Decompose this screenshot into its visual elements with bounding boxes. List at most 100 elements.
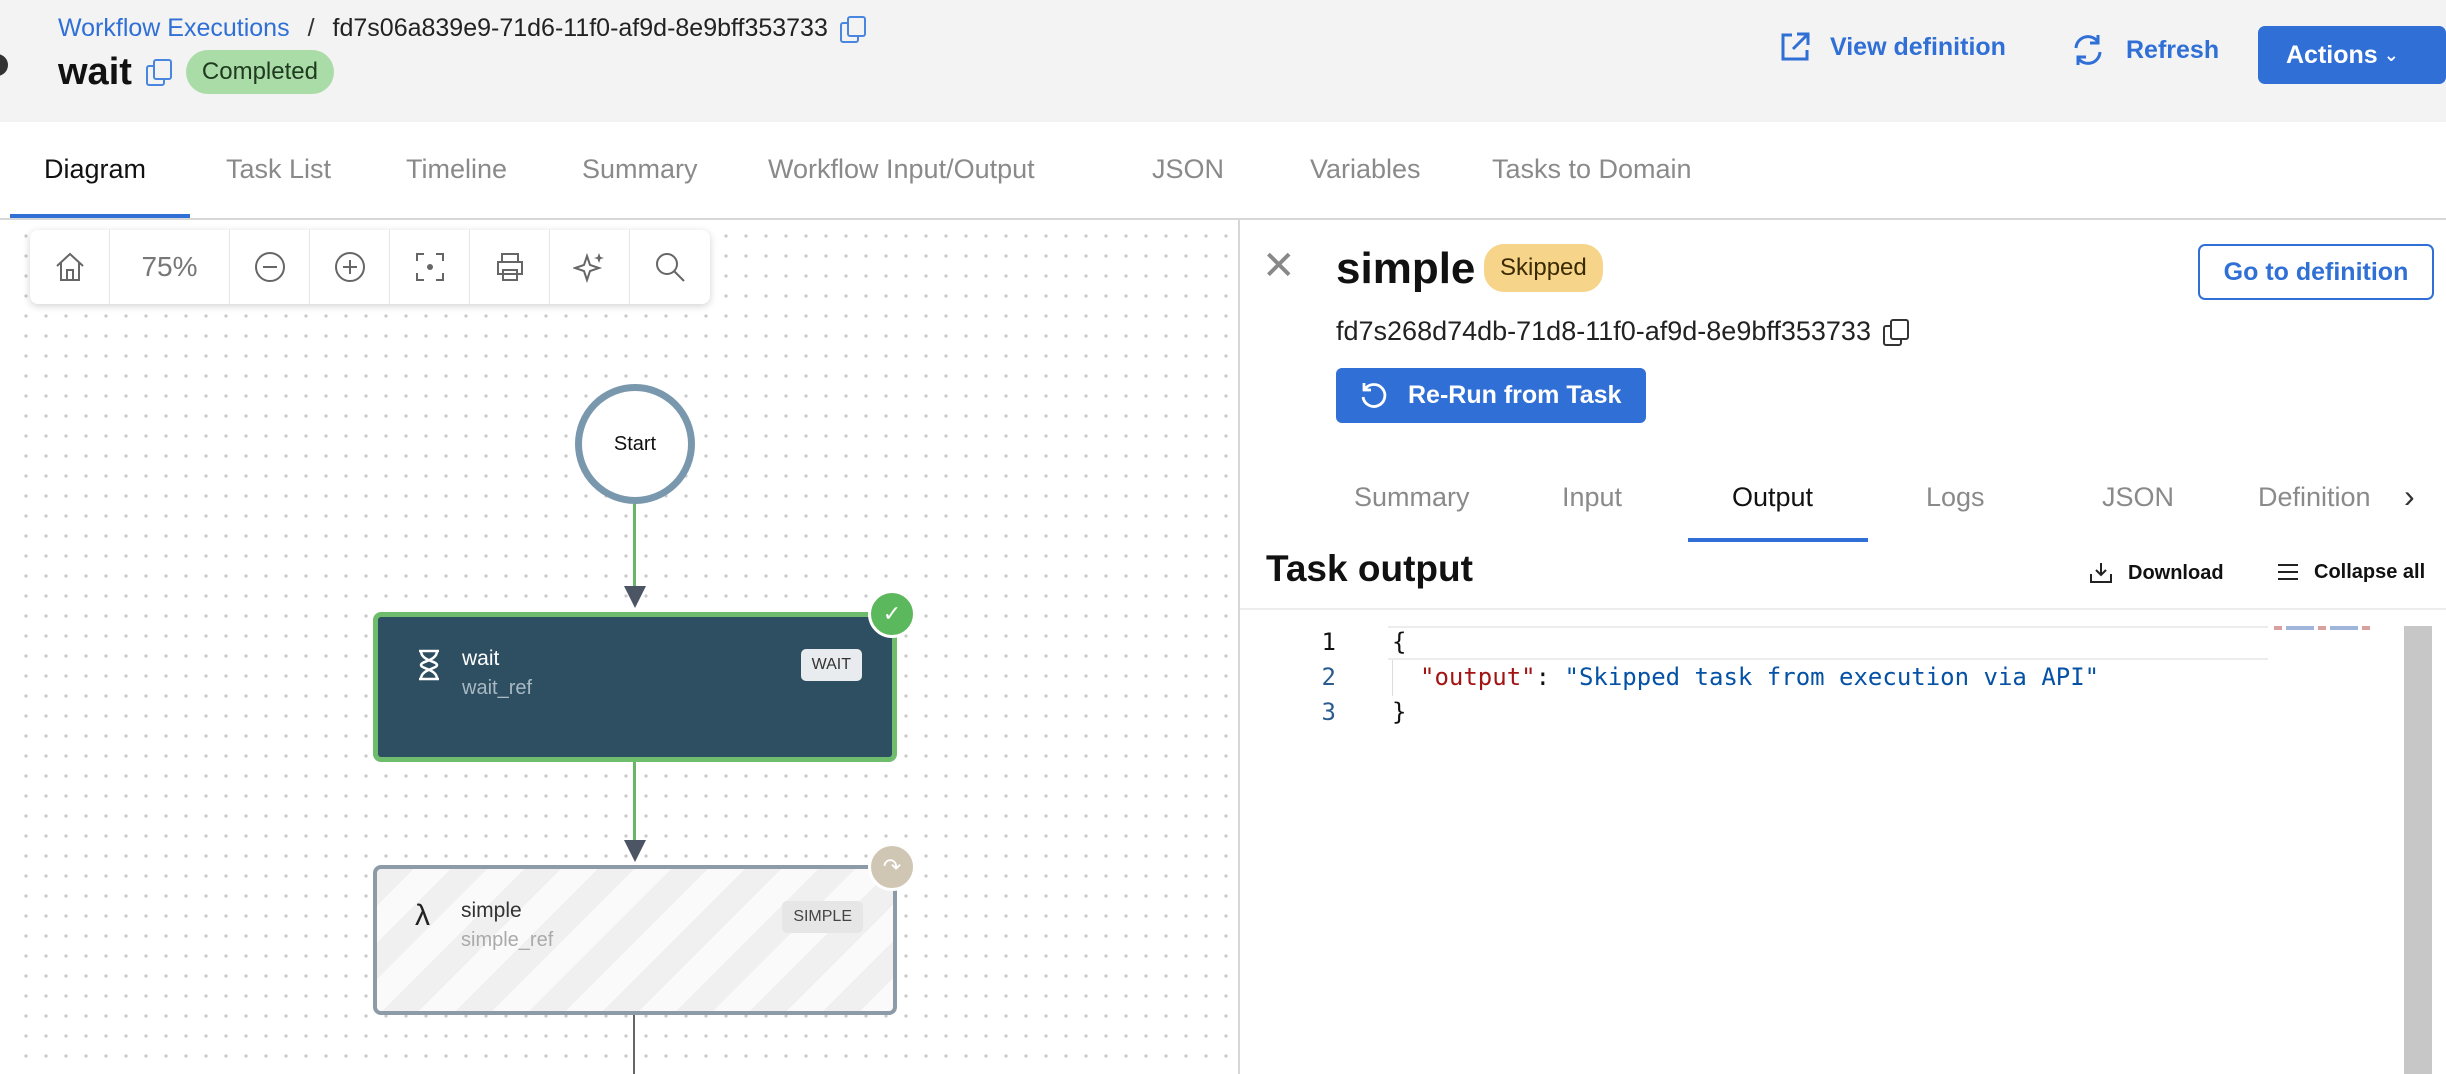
subtab-logs[interactable]: Logs: [1926, 482, 1985, 513]
close-icon[interactable]: ✕: [1262, 246, 1296, 286]
chevron-right-icon[interactable]: ›: [2404, 478, 2415, 515]
edge-wait-to-simple: [633, 762, 636, 842]
external-link-icon: [1781, 32, 1810, 61]
list-icon: [2278, 564, 2298, 580]
collapse-all-label: Collapse all: [2314, 560, 2426, 583]
diagram-canvas[interactable]: 75% Start wait wait_ref WAIT ✓ λ simple …: [0, 220, 1238, 1074]
view-definition-button[interactable]: View definition: [1778, 30, 2006, 64]
subtab-output[interactable]: Output: [1732, 482, 1813, 513]
hourglass-icon: [419, 649, 439, 681]
line-number: 3: [1321, 698, 1336, 726]
diagram-toolbar: 75%: [30, 230, 710, 304]
divider: [1240, 608, 2446, 610]
breadcrumb-separator: /: [307, 14, 315, 42]
status-badge-skipped: Skipped: [1484, 244, 1603, 292]
completed-check-icon: ✓: [868, 590, 916, 638]
code-line-3: }: [1392, 698, 1407, 726]
rerun-from-task-button[interactable]: Re-Run from Task: [1336, 368, 1646, 423]
refresh-button[interactable]: Refresh: [2068, 30, 2219, 70]
breadcrumb: Workflow Executions / fd7s06a839e9-71d6-…: [58, 14, 866, 43]
actions-label: Actions: [2286, 40, 2378, 69]
active-tab-indicator: [10, 214, 190, 218]
tab-diagram[interactable]: Diagram: [44, 154, 146, 185]
task-id-row: fd7s268d74db-71d8-11f0-af9d-8e9bff353733: [1336, 316, 1909, 347]
subtab-definition[interactable]: Definition: [2258, 482, 2371, 513]
refresh-label: Refresh: [2126, 35, 2220, 64]
view-definition-label: View definition: [1830, 32, 2006, 61]
line-number: 2: [1321, 663, 1336, 691]
node-type-badge: WAIT: [800, 649, 862, 681]
zoom-level[interactable]: 75%: [110, 230, 230, 304]
subtab-fade: [2376, 470, 2404, 520]
tab-variables[interactable]: Variables: [1310, 154, 1421, 185]
task-id: fd7s268d74db-71d8-11f0-af9d-8e9bff353733: [1336, 316, 1871, 346]
node-ref: simple_ref: [461, 929, 554, 951]
rerun-icon: [1361, 382, 1387, 408]
download-button[interactable]: Download: [2088, 560, 2224, 586]
zoom-out-icon[interactable]: [230, 230, 310, 304]
minimap: [2274, 626, 2374, 630]
edge-avatar[interactable]: [0, 54, 8, 76]
fit-view-icon[interactable]: [390, 230, 470, 304]
edge-start-to-wait: [633, 504, 636, 588]
line-number: 1: [1321, 628, 1336, 656]
start-node[interactable]: Start: [575, 384, 695, 504]
json-code-editor[interactable]: 1 2 3 { "output": "Skipped task from exe…: [1240, 620, 2446, 1074]
json-key: "output": [1420, 663, 1536, 691]
page-title: wait: [58, 50, 132, 93]
subtab-input[interactable]: Input: [1562, 482, 1622, 513]
zoom-in-icon[interactable]: [310, 230, 390, 304]
sparkle-icon[interactable]: [550, 230, 630, 304]
main-tabs: Diagram Task List Timeline Summary Workf…: [0, 122, 2446, 220]
node-name: wait: [462, 647, 500, 670]
lambda-icon: λ: [415, 899, 430, 932]
skipped-icon: ↷: [868, 843, 916, 891]
arrow-head: [624, 586, 646, 608]
execution-id: fd7s06a839e9-71d6-11f0-af9d-8e9bff353733: [332, 14, 828, 42]
go-to-definition-button[interactable]: Go to definition: [2198, 244, 2434, 300]
task-title: simple: [1336, 244, 1476, 293]
edge-simple-to-next: [633, 1015, 635, 1074]
tab-workflow-input-output[interactable]: Workflow Input/Output: [768, 154, 1035, 185]
node-type-badge: SIMPLE: [782, 901, 863, 933]
actions-dropdown-button[interactable]: Actions ⌄: [2258, 26, 2446, 84]
print-icon[interactable]: [470, 230, 550, 304]
refresh-icon: [2074, 35, 2102, 65]
active-subtab-indicator: [1688, 538, 1868, 542]
download-label: Download: [2128, 561, 2224, 584]
arrow-head: [624, 840, 646, 862]
download-icon: [2090, 563, 2112, 583]
subtab-summary[interactable]: Summary: [1354, 482, 1470, 513]
tab-json[interactable]: JSON: [1152, 154, 1224, 185]
home-icon[interactable]: [30, 230, 110, 304]
task-output-heading: Task output: [1266, 548, 1473, 589]
indent-guide: [1392, 660, 1393, 696]
page-header: Workflow Executions / fd7s06a839e9-71d6-…: [0, 0, 2446, 122]
tab-tasks-to-domain[interactable]: Tasks to Domain: [1492, 154, 1692, 185]
breadcrumb-workflow-executions-link[interactable]: Workflow Executions: [58, 14, 290, 43]
subtab-json[interactable]: JSON: [2102, 482, 2174, 513]
copy-task-id-icon[interactable]: [1882, 318, 1909, 346]
tab-timeline[interactable]: Timeline: [406, 154, 507, 185]
copy-execution-id-icon[interactable]: [839, 15, 866, 43]
tab-summary[interactable]: Summary: [582, 154, 698, 185]
json-value: "Skipped task from execution via API": [1564, 663, 2100, 691]
collapse-all-button[interactable]: Collapse all: [2276, 560, 2425, 584]
node-name: simple: [461, 899, 522, 922]
code-line-1: {: [1392, 628, 1407, 656]
title-row: wait Completed: [58, 50, 334, 94]
task-node-wait[interactable]: wait wait_ref WAIT: [373, 612, 897, 762]
copy-title-icon[interactable]: [145, 59, 172, 86]
editor-scrollbar[interactable]: [2404, 626, 2432, 1074]
node-ref: wait_ref: [462, 677, 533, 699]
task-node-simple[interactable]: λ simple simple_ref SIMPLE: [373, 865, 897, 1015]
chevron-down-icon: ⌄: [2383, 44, 2399, 65]
current-line-highlight: [1388, 626, 2268, 660]
code-line-2: "output": "Skipped task from execution v…: [1420, 663, 2099, 691]
search-icon[interactable]: [630, 230, 710, 304]
status-badge-completed: Completed: [185, 50, 334, 94]
json-colon: :: [1535, 663, 1565, 691]
tab-task-list[interactable]: Task List: [226, 154, 331, 185]
task-detail-panel: ✕ simple Skipped Go to definition fd7s26…: [1238, 220, 2446, 1074]
rerun-label: Re-Run from Task: [1408, 381, 1622, 409]
